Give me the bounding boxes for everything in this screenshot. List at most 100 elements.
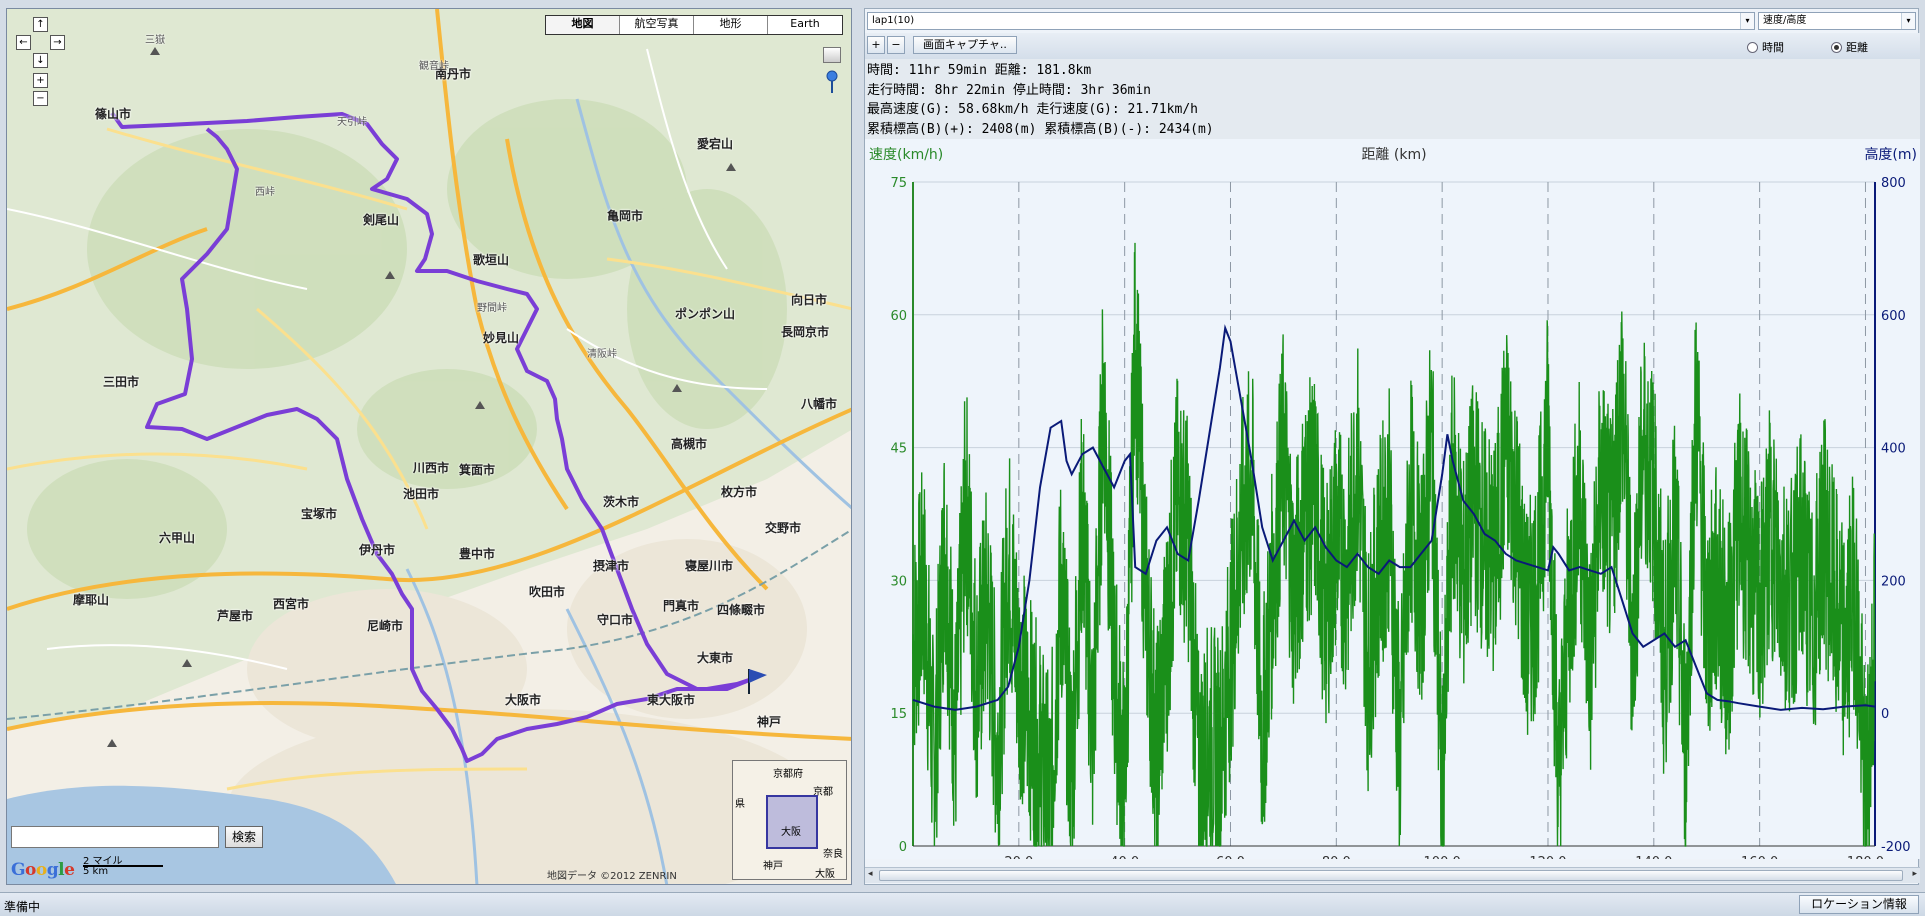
pan-down-button[interactable]: ↓ [33, 53, 48, 68]
y2-axis-label: 高度(m) [1864, 146, 1917, 163]
overview-label: 奈良 [823, 849, 843, 860]
y-tick-label: 0 [899, 840, 907, 855]
axis-time-radio[interactable]: 時間 [1747, 39, 1784, 55]
overview-label: 県 [735, 799, 745, 810]
zoom-in-button[interactable]: + [33, 73, 48, 88]
map-place-label: 六甲山 [159, 531, 196, 545]
x-axis-label: 距離 (km) [1361, 146, 1426, 163]
map-place-label: 観音峠 [419, 61, 449, 72]
pan-left-button[interactable]: ← [16, 35, 31, 50]
y-tick-label: 15 [890, 707, 907, 722]
x-tick-label: 100.0 [1424, 855, 1461, 859]
x-tick-label: 40.0 [1110, 855, 1139, 859]
map-place-label: 豊中市 [459, 547, 496, 561]
stat-time-distance: 時間: 11hr 59min 距離: 181.8km [867, 63, 1092, 78]
map-scale: 2 マイル 5 km [83, 852, 175, 880]
map-type-selector[interactable]: 地図 航空写真 地形 Earth [545, 15, 843, 35]
map-place-label: 西峠 [255, 187, 275, 198]
x-tick-label: 160.0 [1741, 855, 1778, 859]
zoom-in-graph-button[interactable]: + [867, 36, 885, 54]
map-type-satellite-button[interactable]: 航空写真 [620, 16, 694, 34]
chart-svg[interactable]: 0 15 30 45 60 75 -200 0 200 400 600 800 20.0 40.0 60.0… [865, 139, 1920, 870]
map-place-label: 歌垣山 [473, 253, 510, 267]
y2-tick-label: 800 [1881, 176, 1906, 191]
map-place-label: 向日市 [791, 293, 828, 307]
screen-capture-button[interactable]: 画面キャプチャ.. [913, 36, 1017, 54]
map-place-label: 妙見山 [483, 331, 520, 345]
y2-tick-label: 600 [1881, 309, 1906, 324]
map-type-map-button[interactable]: 地図 [546, 16, 620, 34]
pan-right-button[interactable]: → [50, 35, 65, 50]
y2-tick-label: 200 [1881, 574, 1906, 589]
graph-type-select[interactable]: 速度/高度 ▾ [1758, 12, 1916, 30]
stat-speeds: 最高速度(G): 58.68km/h 走行速度(G): 21.71km/h [867, 102, 1198, 117]
radio-dot[interactable] [1747, 41, 1758, 53]
graph-pane: lap1(10) ▾ 速度/高度 ▾ + − 画面キャプチャ.. 時間 距離 時… [864, 8, 1920, 885]
map-place-label: 尼崎市 [367, 619, 404, 633]
map-place-label: 長岡京市 [781, 325, 830, 339]
y2-tick-label: 0 [1881, 707, 1889, 722]
map-pane[interactable]: 三嶽 篠山市 南丹市 愛宕山 剣尾山 亀岡市 歌垣山 向日市 ポンポン山 長岡京市 妙見山 三田市 八幡… [6, 8, 852, 885]
y2-tick-label: 400 [1881, 442, 1906, 457]
map-search-input[interactable] [11, 826, 219, 848]
lap-select[interactable]: lap1(10) ▾ [867, 12, 1755, 30]
graph-horizontal-scrollbar[interactable]: ◂ ▸ [865, 867, 1920, 883]
map-place-label: 東大阪市 [647, 693, 696, 707]
map-search-button[interactable]: 検索 [225, 826, 263, 848]
app-window: 三嶽 篠山市 南丹市 愛宕山 剣尾山 亀岡市 歌垣山 向日市 ポンポン山 長岡京市 妙見山 三田市 八幡… [0, 0, 1925, 916]
scroll-left-icon[interactable]: ◂ [868, 869, 873, 879]
map-place-label: 箕面市 [459, 463, 496, 477]
status-text: 準備中 [4, 900, 41, 914]
map-place-label: 三田市 [103, 375, 140, 389]
map-place-label: 清阪峠 [587, 349, 617, 360]
map-type-earth-button[interactable]: Earth [768, 16, 842, 34]
y-tick-label: 45 [890, 442, 907, 457]
zoom-out-button[interactable]: − [33, 91, 48, 106]
location-info-button[interactable]: ロケーション情報 [1799, 895, 1919, 914]
map-place-label: 門真市 [663, 599, 700, 613]
map-place-label: ポンポン山 [675, 307, 736, 321]
map-place-label: 四條畷市 [717, 603, 766, 617]
overview-viewport-box[interactable] [766, 795, 818, 849]
map-place-label: 吹田市 [529, 585, 566, 599]
axis-time-label: 時間 [1762, 41, 1784, 54]
scroll-right-icon[interactable]: ▸ [1912, 869, 1917, 879]
map-type-terrain-button[interactable]: 地形 [694, 16, 768, 34]
map-place-label: 大阪市 [505, 693, 542, 707]
overview-label: 神戸 [763, 861, 783, 872]
overview-label: 京都府 [773, 769, 803, 780]
map-copyright: 地図データ ©2012 ZENRIN [547, 871, 677, 882]
map-place-label: 野間峠 [477, 303, 507, 314]
y-tick-label: 75 [890, 176, 907, 191]
stat-moving-stopped: 走行時間: 8hr 22min 停止時間: 3hr 36min [867, 82, 1152, 98]
axis-distance-radio[interactable]: 距離 [1831, 39, 1868, 55]
map-place-label: 剣尾山 [363, 213, 400, 227]
scale-km: 5 km [83, 866, 109, 877]
pan-up-button[interactable]: ↑ [33, 17, 48, 32]
map-place-label: 高槻市 [671, 437, 708, 451]
map-place-label: 伊丹市 [359, 543, 396, 557]
map-place-label: 寝屋川市 [685, 559, 734, 573]
map-place-label: 三嶽 [145, 35, 165, 46]
y-tick-label: 60 [890, 309, 907, 324]
map-place-label: 守口市 [597, 613, 634, 627]
scroll-thumb[interactable] [879, 870, 1903, 881]
zoom-out-graph-button[interactable]: − [887, 36, 905, 54]
map-place-label: 交野市 [765, 521, 802, 535]
x-tick-label: 140.0 [1635, 855, 1672, 859]
map-place-label: 篠山市 [95, 107, 132, 121]
layers-icon[interactable] [823, 47, 841, 63]
y-tick-label: 30 [890, 574, 907, 589]
overview-map[interactable]: 京都府 京都 県 大阪 奈良 神戸 大阪 [732, 760, 847, 880]
y2-tick-label: -200 [1881, 840, 1911, 855]
chevron-down-icon[interactable]: ▾ [1901, 13, 1915, 29]
map-place-label: 亀岡市 [607, 209, 644, 223]
speed-elevation-chart[interactable]: 0 15 30 45 60 75 -200 0 200 400 600 800 20.0 40.0 60.0… [865, 139, 1920, 870]
chevron-down-icon[interactable]: ▾ [1740, 13, 1754, 29]
map-place-label: 摩耶山 [73, 593, 110, 607]
radio-dot[interactable] [1831, 41, 1842, 53]
graph-toolbar: + − 画面キャプチャ.. 時間 距離 [865, 33, 1920, 59]
pegman-icon[interactable] [823, 69, 841, 95]
map-place-label: 芦屋市 [217, 609, 254, 623]
map-place-label: 神戸 [757, 715, 782, 729]
